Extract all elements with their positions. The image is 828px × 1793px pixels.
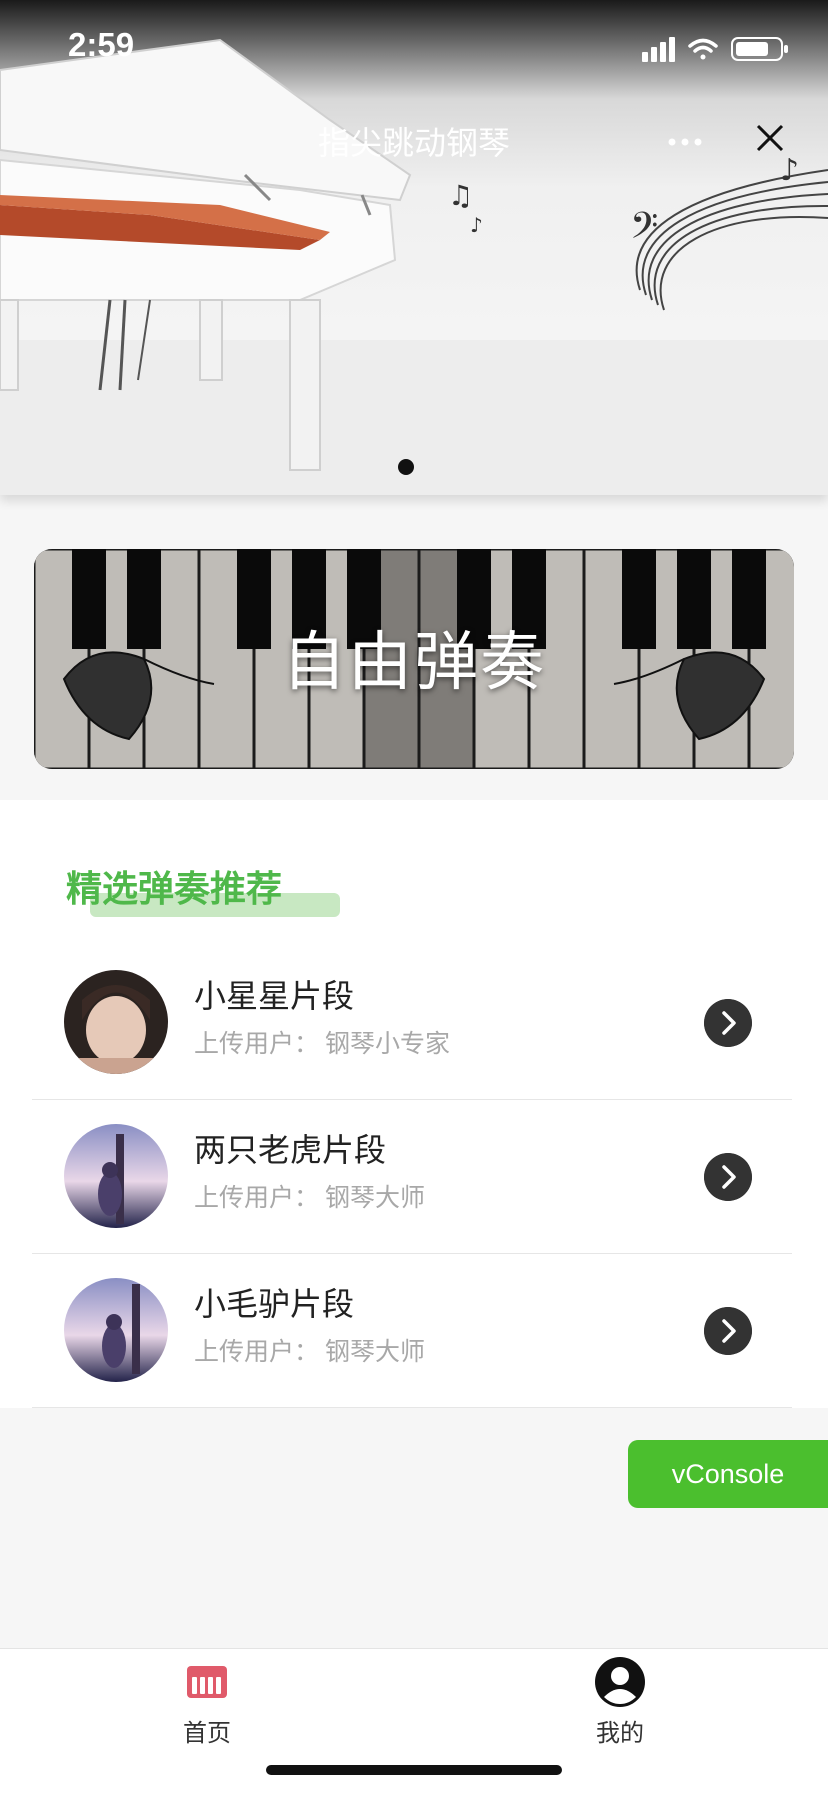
list-item[interactable]: 小星星片段 上传用户： 钢琴小专家 (32, 945, 792, 1100)
uploader-name: 钢琴大师 (325, 1183, 426, 1212)
tab-mine-label: 我的 (596, 1719, 644, 1747)
carousel-indicator (398, 459, 414, 475)
more-dots-icon[interactable] (660, 122, 710, 162)
svg-text:♪: ♪ (470, 213, 483, 237)
status-time: 2:59 (68, 26, 135, 63)
tab-home[interactable]: 首页 (107, 1649, 307, 1759)
free-play-banner[interactable]: 自由弹奏 (34, 549, 794, 769)
list-item[interactable]: 两只老虎片段 上传用户： 钢琴大师 (32, 1099, 792, 1254)
vconsole-button[interactable]: vConsole (628, 1440, 828, 1508)
item-uploader: 上传用户： 钢琴小专家 (194, 1024, 450, 1060)
item-title: 两只老虎片段 (194, 1131, 387, 1169)
item-uploader: 上传用户： 钢琴大师 (194, 1178, 425, 1214)
item-uploader: 上传用户： 钢琴大师 (194, 1332, 425, 1368)
piano-illustration: 𝄢 ♫ ♪ ♪ (0, 38, 828, 495)
wifi-icon (688, 38, 718, 60)
tab-mine[interactable]: 我的 (520, 1649, 720, 1759)
chevron-right-icon[interactable] (704, 1153, 752, 1201)
user-avatar-icon (595, 1657, 645, 1707)
hero-banner[interactable]: 𝄢 ♫ ♪ ♪ 2:59 指尖跳动钢琴 (0, 0, 828, 495)
item-title: 小毛驴片段 (194, 1285, 355, 1323)
item-title: 小星星片段 (194, 977, 355, 1015)
free-play-label: 自由弹奏 (282, 626, 546, 700)
avatar (64, 1278, 168, 1382)
list-item[interactable]: 小毛驴片段 上传用户： 钢琴大师 (32, 1253, 792, 1408)
piano-keys-icon (187, 1666, 227, 1698)
uploader-label: 上传用户： (194, 1183, 320, 1212)
home-indicator (266, 1765, 562, 1775)
section-title: 精选弹奏推荐 (66, 869, 283, 910)
svg-text:𝄢: 𝄢 (630, 205, 658, 256)
uploader-name: 钢琴大师 (325, 1337, 426, 1366)
avatar (64, 1124, 168, 1228)
uploader-label: 上传用户： (194, 1337, 320, 1366)
svg-text:♫: ♫ (448, 179, 473, 212)
close-icon[interactable] (750, 118, 790, 158)
status-icons (642, 37, 788, 62)
tab-home-label: 首页 (183, 1719, 231, 1747)
avatar (64, 970, 168, 1074)
uploader-label: 上传用户： (194, 1029, 320, 1058)
chevron-right-icon[interactable] (704, 999, 752, 1047)
chevron-right-icon[interactable] (704, 1307, 752, 1355)
battery-icon (731, 37, 788, 61)
uploader-name: 钢琴小专家 (325, 1029, 451, 1058)
signal-icon (642, 37, 675, 62)
